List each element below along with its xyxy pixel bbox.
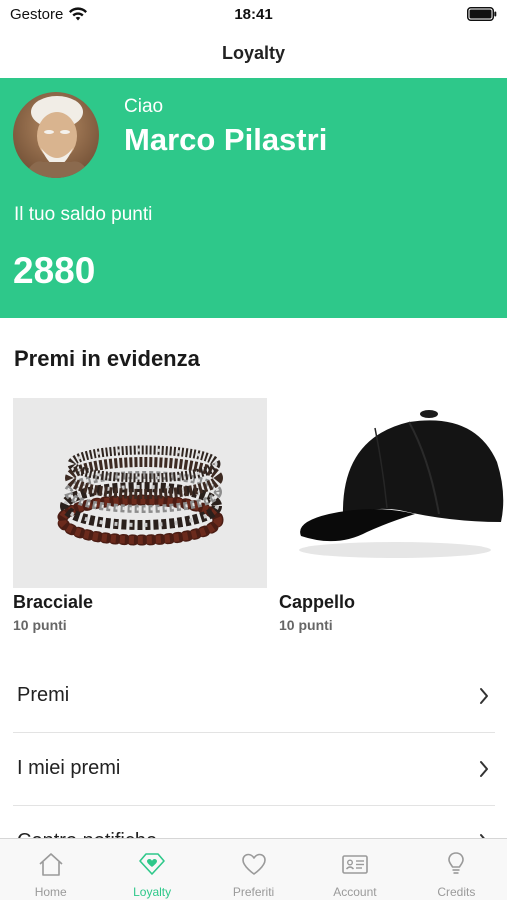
menu-item-rewards[interactable]: Premi [13, 660, 495, 733]
points-balance-value: 2880 [13, 250, 96, 291]
chevron-right-icon [480, 761, 488, 777]
user-name: Marco Pilastri [124, 122, 328, 157]
reward-name: Cappello [279, 592, 356, 612]
avatar[interactable] [13, 92, 99, 178]
loyalty-icon [139, 853, 165, 875]
lightbulb-icon [448, 852, 465, 874]
menu-item-notification-center[interactable]: Centro notifiche [13, 806, 495, 838]
tab-label: Account [333, 885, 377, 899]
tab-label: Home [34, 885, 67, 899]
page-title: Loyalty [221, 43, 286, 63]
featured-section-title: Premi in evidenza [14, 346, 200, 371]
tab-favorites[interactable]: Preferiti [203, 839, 304, 900]
reward-points: 10 punti [13, 617, 67, 633]
reward-image [279, 398, 507, 588]
tab-bar: Home Loyalty Preferiti Account Credits [0, 838, 507, 900]
loyalty-header: Ciao Marco Pilastri Il tuo saldo punti 2… [0, 78, 507, 318]
navigation-bar: Loyalty [0, 30, 507, 78]
reward-card-cap[interactable]: Cappello 10 punti [279, 398, 507, 633]
tab-label: Loyalty [133, 885, 172, 899]
reward-name: Bracciale [13, 592, 94, 612]
bracelet-image [56, 445, 224, 546]
home-icon [39, 853, 63, 876]
status-bar: Gestore 18:41 [0, 0, 507, 30]
status-time: 18:41 [234, 6, 273, 23]
tab-label: Credits [437, 885, 476, 899]
points-balance-label: Il tuo saldo punti [14, 204, 153, 225]
heart-icon [241, 853, 266, 875]
menu-item-label: Premi [17, 684, 70, 706]
tab-home[interactable]: Home [0, 839, 101, 900]
avatar-image [13, 92, 99, 178]
tab-loyalty[interactable]: Loyalty [101, 839, 202, 900]
menu-list: Premi I miei premi Centro notifiche [0, 660, 507, 838]
tab-credits[interactable]: Credits [406, 839, 507, 900]
tab-account[interactable]: Account [304, 839, 405, 900]
cap-image [299, 410, 504, 558]
greeting-text: Ciao [124, 96, 164, 117]
menu-item-label: I miei premi [17, 757, 121, 779]
battery-icon [467, 7, 497, 21]
reward-image [13, 398, 267, 588]
chevron-right-icon [480, 688, 488, 704]
reward-points: 10 punti [279, 617, 333, 633]
menu-item-label: Centro notifiche [17, 830, 157, 838]
reward-card-bracelet[interactable]: Bracciale 10 punti [13, 398, 267, 633]
menu-item-my-rewards[interactable]: I miei premi [13, 733, 495, 806]
tab-label: Preferiti [232, 885, 275, 899]
id-card-icon [342, 855, 368, 874]
